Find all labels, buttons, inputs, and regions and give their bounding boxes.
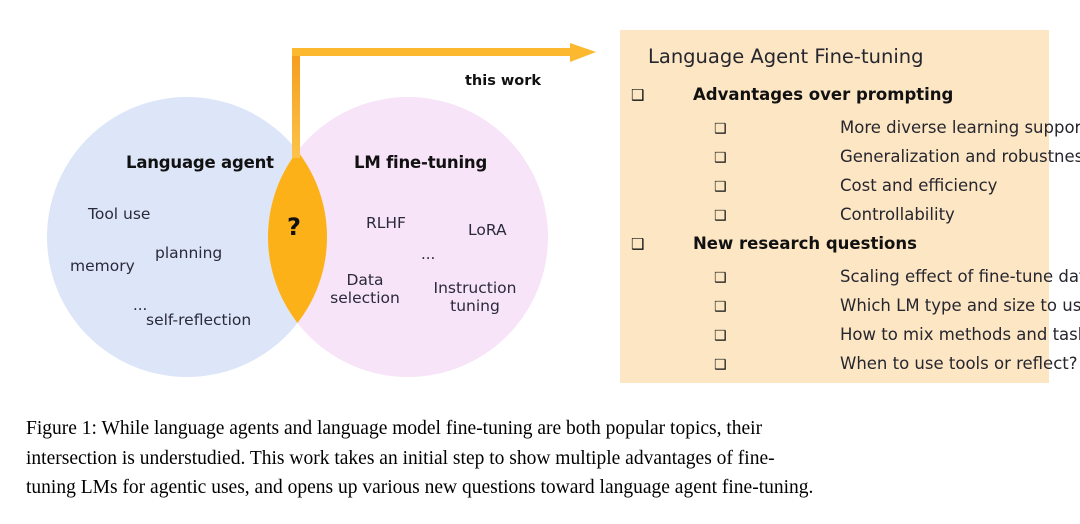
panel-row-item: ❑ Controllability xyxy=(620,205,955,224)
checkbox-bullet-icon: ❑ xyxy=(714,299,727,315)
panel-row-label: Advantages over prompting xyxy=(693,85,954,104)
caption-line-1: Figure 1: While language agents and lang… xyxy=(26,418,763,439)
checkbox-bullet-icon: ❑ xyxy=(631,235,645,253)
checkbox-bullet-icon: ❑ xyxy=(714,208,727,224)
venn-term-instruction-line2: tuning xyxy=(450,296,500,315)
figure-1: Language agent LM fine-tuning Tool use p… xyxy=(0,0,1080,400)
caption-line-2: intersection is understudied. This work … xyxy=(26,447,775,469)
panel-row-label: How to mix methods and tasks? xyxy=(840,325,1080,344)
venn-intersection-lens xyxy=(47,97,327,377)
panel-row-item: ❑ When to use tools or reflect? xyxy=(620,354,1078,373)
panel-row-label: Generalization and robustness xyxy=(840,147,1080,166)
panel-row-label: Scaling effect of fine-tune data? xyxy=(840,267,1080,286)
venn-term-ellipsis-right: ... xyxy=(421,245,436,263)
panel-row-item: ❑ Scaling effect of fine-tune data? xyxy=(620,267,1080,286)
checkbox-bullet-icon: ❑ xyxy=(714,270,727,286)
checkbox-bullet-icon: ❑ xyxy=(714,121,727,137)
this-work-label: this work xyxy=(465,73,542,89)
panel-row-label: More diverse learning support xyxy=(840,118,1080,137)
checkbox-bullet-icon: ❑ xyxy=(714,357,727,373)
figure-caption: Figure 1: While language agents and lang… xyxy=(26,414,1056,503)
panel-row-item: ❑ Generalization and robustness xyxy=(620,147,1080,166)
venn-intersection-question-mark: ? xyxy=(287,213,301,241)
panel-row-label: Controllability xyxy=(840,205,955,224)
venn-term-memory: memory xyxy=(70,257,135,275)
venn-term-planning: planning xyxy=(155,244,223,262)
panel-row-item: ❑ More diverse learning support xyxy=(620,118,1080,137)
panel-row-label: Cost and efficiency xyxy=(840,176,998,195)
venn-term-data-selection-line1: Data xyxy=(346,271,384,289)
panel-row-label: New research questions xyxy=(693,234,917,253)
venn-term-lora: LoRA xyxy=(468,221,507,239)
venn-left-title: Language agent xyxy=(126,153,274,172)
panel-title: Language Agent Fine-tuning xyxy=(648,45,924,68)
venn-term-instruction-line1: Instruction xyxy=(433,279,517,297)
checkbox-bullet-icon: ❑ xyxy=(714,328,727,344)
venn-term-data-selection-line2: selection xyxy=(330,288,400,307)
venn-term-instruction-tuning: Instruction tuning xyxy=(427,279,523,316)
checkbox-bullet-icon: ❑ xyxy=(631,86,645,104)
panel-row-heading: ❑ Advantages over prompting xyxy=(620,85,953,104)
panel-row-item: ❑ Which LM type and size to use? xyxy=(620,296,1080,315)
panel-row-label: Which LM type and size to use? xyxy=(840,296,1080,315)
checkbox-bullet-icon: ❑ xyxy=(714,150,727,166)
language-agent-fine-tuning-panel: Language Agent Fine-tuning ❑ Advantages o… xyxy=(620,30,1080,383)
panel-row-item: ❑ Cost and efficiency xyxy=(620,176,997,195)
caption-line-3: tuning LMs for agentic uses, and opens u… xyxy=(26,477,814,499)
venn-term-data-selection: Data selection xyxy=(330,271,400,308)
checkbox-bullet-icon: ❑ xyxy=(714,179,727,195)
venn-diagram: Language agent LM fine-tuning Tool use p… xyxy=(0,0,610,400)
venn-term-tool-use: Tool use xyxy=(88,205,151,223)
panel-row-item: ❑ How to mix methods and tasks? xyxy=(620,325,1080,344)
panel-row-label: When to use tools or reflect? xyxy=(840,354,1078,373)
venn-right-title: LM fine-tuning xyxy=(354,153,488,172)
venn-term-self-reflection: self-reflection xyxy=(146,311,252,329)
panel-row-heading: ❑ New research questions xyxy=(620,234,917,253)
venn-term-rlhf: RLHF xyxy=(366,214,406,232)
